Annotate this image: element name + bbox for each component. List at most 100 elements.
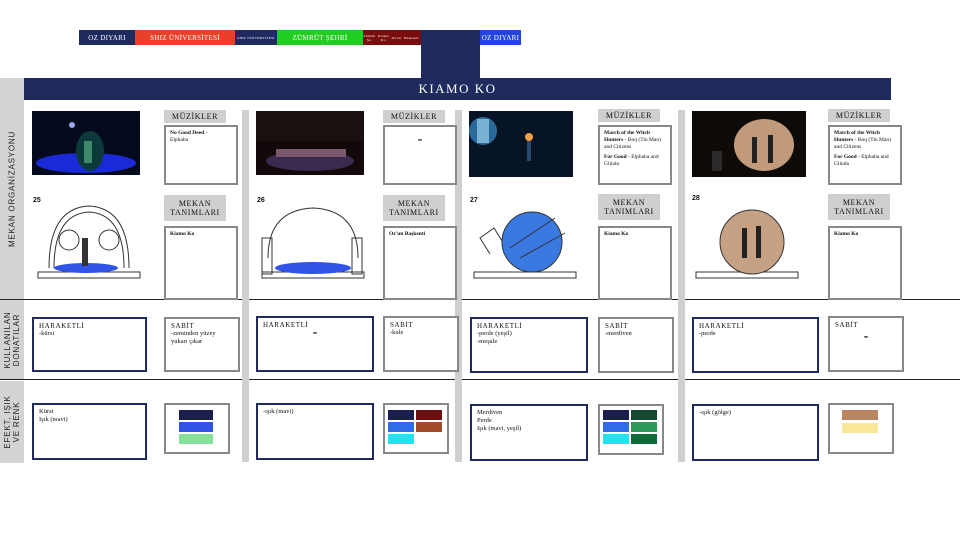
label-mekan-line2: TANIMLARI xyxy=(389,208,439,217)
nav-active-indicator xyxy=(421,30,480,78)
side-label-donatilar-line1: KULLANILAN xyxy=(3,311,12,368)
music-box: March of the Witch Hunters - Boq (Tin Ma… xyxy=(828,125,902,185)
sabit-box: SABİT -merdiven xyxy=(598,317,674,373)
sabit-box: SABİT -zeminden yüzey yukarı çıkar xyxy=(164,317,240,372)
nav-tab-oz-diyari-2[interactable]: OZ DIYARI xyxy=(480,30,521,45)
label-mekan-line2: TANIMLARI xyxy=(834,207,884,216)
label-mekan-tanimlari: MEKAN TANIMLARI xyxy=(383,195,445,221)
color-swatch xyxy=(388,434,414,444)
side-label-mekan-text: MEKAN ORGANİZASYONU xyxy=(7,130,17,247)
hareketli-label: HARAKETLİ xyxy=(699,322,745,330)
label-muzikler: MÜZİKLER xyxy=(828,109,890,122)
sabit-box: SABİT -kule xyxy=(383,316,459,372)
efekt-line: Kürsi xyxy=(39,408,54,415)
color-swatch xyxy=(631,422,657,432)
label-muzikler: MÜZİKLER xyxy=(598,109,660,122)
scene-photo-27 xyxy=(469,111,573,177)
color-swatch xyxy=(842,423,878,433)
side-label-efekt-line2: VE RENK xyxy=(12,401,21,443)
music-box: March of the Witch Hunters - Boq (Tin Ma… xyxy=(598,125,672,185)
sabit-label: SABİT xyxy=(390,321,414,329)
label-mekan-line2: TANIMLARI xyxy=(604,207,654,216)
mekan-value: Kiamo Ko xyxy=(834,231,859,237)
music-box: - xyxy=(383,125,457,185)
label-mekan-line1: MEKAN xyxy=(612,198,646,207)
column-divider-3 xyxy=(678,110,685,462)
side-label-efekt-text: EFEKT, IŞIK VE RENK xyxy=(3,395,21,448)
hareketli-label: HARAKETLİ xyxy=(477,322,523,330)
label-mekan-line2: TANIMLARI xyxy=(170,208,220,217)
sabit-value: -merdiven xyxy=(605,330,632,337)
hareketli-box: HARAKETLİ - xyxy=(256,316,374,372)
side-label-donatilar: KULLANILAN DONATILAR xyxy=(0,300,24,379)
scene-photo-25 xyxy=(32,111,140,175)
music-empty-dash: - xyxy=(417,132,423,147)
efekt-line: Işık (mavi) xyxy=(39,416,68,423)
color-swatch xyxy=(179,434,213,444)
stage-sketch-26 xyxy=(258,198,368,288)
scene-photo-28 xyxy=(692,111,806,177)
side-label-donatilar-text: KULLANILAN DONATILAR xyxy=(3,311,21,368)
nav-tab-zumrut-sehri-2[interactable]: Zümrüt Şe. xyxy=(363,30,376,45)
nav-tab-zumrut-sehri[interactable]: ZÜMRÜT ŞEHRİ xyxy=(277,30,363,45)
efekt-line: -ışık (gölge) xyxy=(699,409,731,416)
efekt-box: -ışık (gölge) xyxy=(692,404,819,461)
label-mekan-line1: MEKAN xyxy=(397,199,431,208)
efekt-line: Perde xyxy=(477,417,492,424)
hareketli-label: HARAKETLİ xyxy=(39,322,85,330)
hareketli-empty-dash: - xyxy=(312,325,318,340)
mekan-value: Kiamo Ko xyxy=(170,231,195,237)
mekan-box: Oz'un Başkenti xyxy=(383,226,457,300)
color-palette xyxy=(383,403,449,454)
nav-tab-shiz-universitesi[interactable]: SHIZ ÜNİVERSİTESİ xyxy=(135,30,235,45)
sabit-value: -zeminden yüzey yukarı çıkar xyxy=(171,330,216,345)
sabit-value: -kule xyxy=(390,329,404,336)
mekan-box: Kiamo Ko xyxy=(828,226,902,300)
nav-tab-ozun[interactable]: Oz'un xyxy=(391,30,402,45)
color-swatch xyxy=(631,434,657,444)
sabit-label: SABİT xyxy=(171,322,195,330)
hareketli-box: HARAKETLİ -perde xyxy=(692,317,819,373)
mekan-box: Kiamo Ko xyxy=(164,226,238,300)
sabit-label: SABİT xyxy=(605,322,629,330)
stage-sketch-27 xyxy=(470,198,580,288)
row-divider-2 xyxy=(0,379,960,380)
hareketli-value: -perde xyxy=(699,330,716,337)
nav-tab-kiamo-ko[interactable]: Kiamo Ko xyxy=(376,30,391,45)
sabit-label: SABİT xyxy=(835,321,859,329)
efekt-box: Kürsi Işık (mavi) xyxy=(32,403,147,460)
label-mekan-tanimlari: MEKAN TANIMLARI xyxy=(164,195,226,221)
label-mekan-tanimlari: MEKAN TANIMLARI xyxy=(828,194,890,220)
efekt-line: Işık (mavi, yeşil) xyxy=(477,425,522,432)
nav-tab-baskenti[interactable]: Başkenti xyxy=(402,30,421,45)
color-swatch xyxy=(416,422,442,432)
sabit-empty-dash: - xyxy=(863,329,869,344)
hareketli-value: -perde (yeşil) -meşale xyxy=(477,330,512,345)
nav-tab-oz-diyari[interactable]: OZ DIYARI xyxy=(79,30,135,45)
side-label-efekt: EFEKT, IŞIK VE RENK xyxy=(0,381,24,463)
color-swatch xyxy=(631,410,657,420)
side-label-donatilar-line2: DONATILAR xyxy=(12,313,21,366)
label-muzikler: MÜZİKLER xyxy=(383,110,445,123)
mekan-box: Kiamo Ko xyxy=(598,226,672,300)
hareketli-value: -kürsi xyxy=(39,330,55,337)
efekt-line: -ışık (mavi) xyxy=(263,408,294,415)
music-title: For Good xyxy=(604,154,627,160)
side-label-efekt-line1: EFEKT, IŞIK xyxy=(3,395,12,449)
color-swatch xyxy=(179,422,213,432)
mekan-value: Kiamo Ko xyxy=(604,231,629,237)
scene-photo-26 xyxy=(256,111,364,175)
hareketli-box: HARAKETLİ -perde (yeşil) -meşale xyxy=(470,317,588,373)
color-palette xyxy=(164,403,230,454)
stage-sketch-25 xyxy=(34,198,144,288)
efekt-box: Merdiven Perde Işık (mavi, yeşil) xyxy=(470,404,588,461)
efekt-box: -ışık (mavi) xyxy=(256,403,374,460)
music-title: For Good xyxy=(834,154,857,160)
nav-tab-shiz-universitesi-2[interactable]: SHIZ ÜNİVERSİTESİ xyxy=(235,30,277,45)
sabit-box: SABİT - xyxy=(828,316,904,372)
color-swatch xyxy=(603,422,629,432)
color-swatch xyxy=(179,410,213,420)
color-swatch xyxy=(388,410,414,420)
row-divider-1 xyxy=(0,299,960,300)
label-mekan-line1: MEKAN xyxy=(842,198,876,207)
